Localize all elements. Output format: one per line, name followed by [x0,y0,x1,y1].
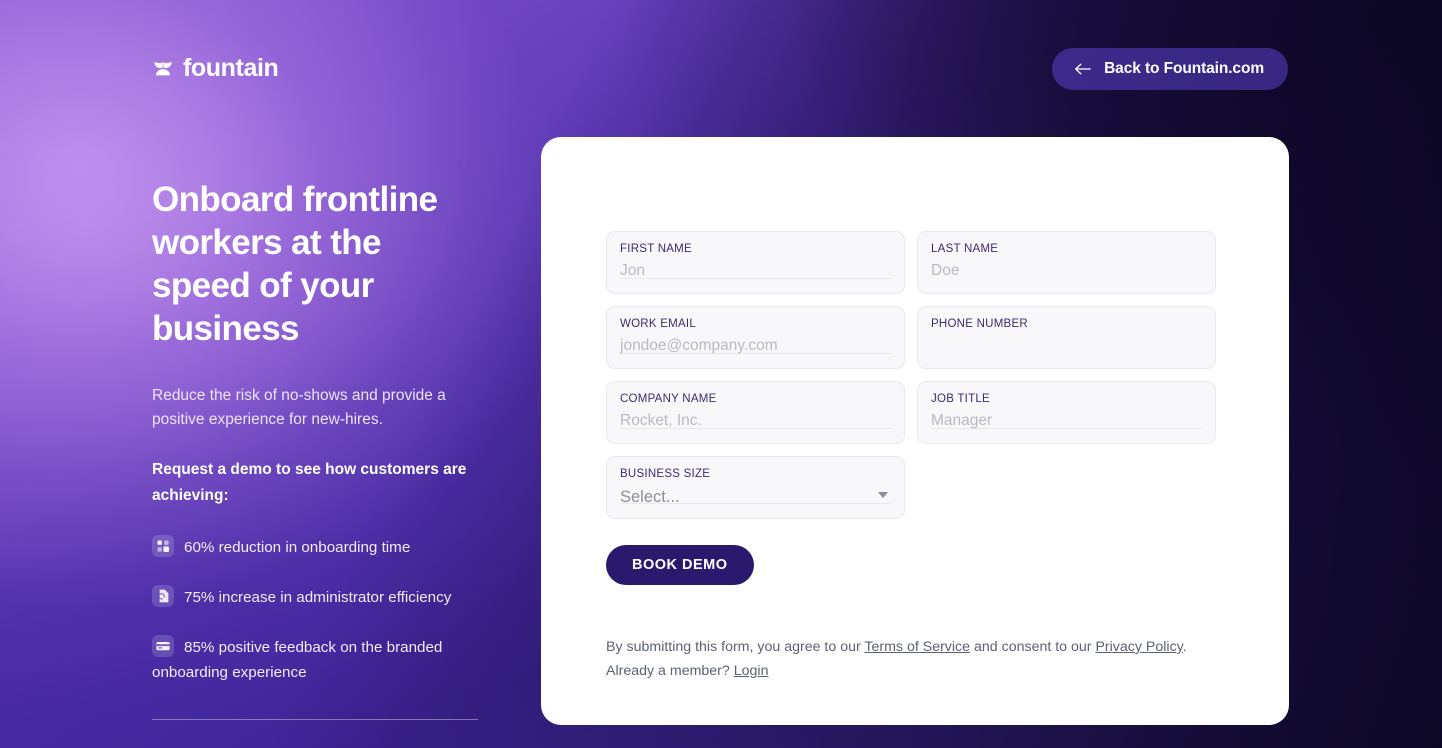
phone-number-input[interactable] [931,337,1202,355]
benefit-item: 85% positive feedback on the branded onb… [152,635,482,685]
legal-disclaimer: By submitting this form, you agree to ou… [606,635,1222,683]
phone-number-field[interactable]: PHONE NUMBER [917,306,1216,369]
benefit-text: 75% increase in administrator efficiency [184,589,452,606]
work-email-field[interactable]: WORK EMAIL [606,306,905,369]
benefits-list: 60% reduction in onboarding time 75% inc… [152,535,480,685]
job-title-field[interactable]: JOB TITLE [917,381,1216,444]
form-row: BUSINESS SIZE Select... [606,456,1216,519]
fountain-logo[interactable]: fountain [152,54,279,82]
last-name-field[interactable]: LAST NAME [917,231,1216,294]
field-underline [620,428,891,429]
terms-of-service-link[interactable]: Terms of Service [864,639,970,655]
last-name-input[interactable] [931,262,1202,280]
business-size-selected-value: Select... [620,488,680,506]
benefit-item: 75% increase in administrator efficiency [152,585,482,610]
field-underline [620,353,891,354]
benefit-item: 60% reduction in onboarding time [152,535,482,560]
first-name-field[interactable]: FIRST NAME [606,231,905,294]
demo-request-form: FIRST NAME LAST NAME WORK EMAIL [606,231,1216,683]
section-divider [152,719,478,720]
company-name-field[interactable]: COMPANY NAME [606,381,905,444]
first-name-label: FIRST NAME [620,243,692,255]
field-underline [620,278,891,279]
privacy-policy-link[interactable]: Privacy Policy [1095,639,1182,655]
form-row: COMPANY NAME JOB TITLE [606,381,1216,444]
back-to-fountain-button[interactable]: Back to Fountain.com [1052,48,1288,90]
job-title-label: JOB TITLE [931,393,990,405]
page-background: fountain Back to Fountain.com Onboard fr… [0,0,1442,748]
fountain-leaf-icon [152,58,174,80]
form-row: FIRST NAME LAST NAME [606,231,1216,294]
benefit-text: 60% reduction in onboarding time [184,539,411,556]
login-link[interactable]: Login [734,663,769,679]
book-demo-button[interactable]: BOOK DEMO [606,545,754,585]
arrow-left-icon [1074,62,1091,76]
card-icon [152,635,174,657]
phone-number-label: PHONE NUMBER [931,318,1028,330]
business-size-field[interactable]: BUSINESS SIZE Select... [606,456,905,519]
company-name-label: COMPANY NAME [620,393,717,405]
benefit-text: 85% positive feedback on the branded onb… [152,639,443,681]
page-headline: Onboard frontline workers at the speed o… [152,180,438,348]
field-underline [620,503,891,504]
dashboard-grid-icon [152,535,174,557]
legal-text-part1: By submitting this form, you agree to ou… [606,639,865,655]
fountain-logo-text: fountain [183,54,279,82]
document-search-icon [152,585,174,607]
back-button-label: Back to Fountain.com [1104,60,1264,77]
form-row: WORK EMAIL PHONE NUMBER [606,306,1216,369]
field-underline [931,428,1202,429]
page-subheadline: Reduce the risk of no-shows and provide … [152,387,446,428]
demo-request-card: FIRST NAME LAST NAME WORK EMAIL [541,137,1289,725]
work-email-label: WORK EMAIL [620,318,696,330]
last-name-label: LAST NAME [931,243,999,255]
business-size-label: BUSINESS SIZE [620,468,711,480]
legal-text-part2: and consent to our [970,639,1096,655]
request-demo-line: Request a demo to see how customers are … [152,461,467,504]
marketing-column: Onboard frontline workers at the speed o… [152,178,480,748]
